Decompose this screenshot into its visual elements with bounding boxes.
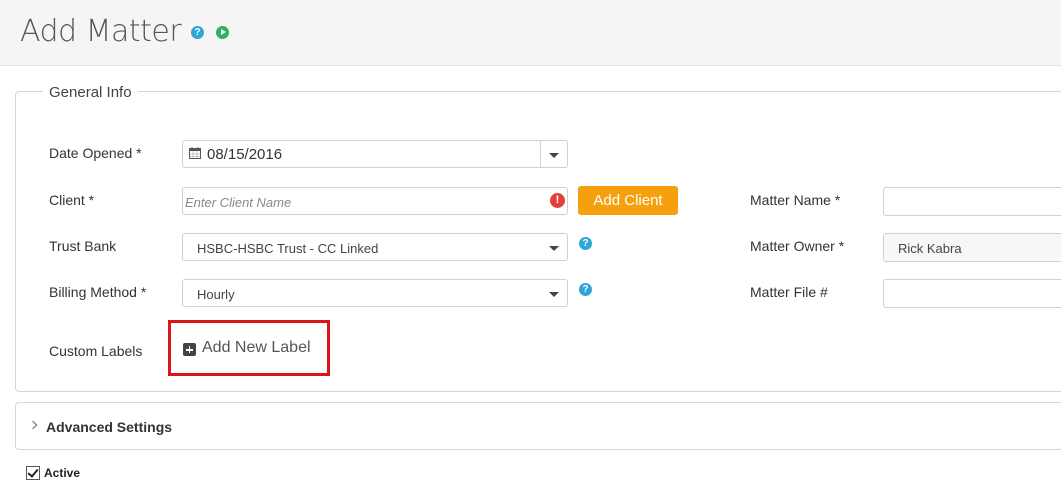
matter-owner-select[interactable]: Rick Kabra xyxy=(883,233,1061,262)
billing-method-value: Hourly xyxy=(197,287,235,302)
plus-square-icon[interactable] xyxy=(183,343,196,356)
general-info-legend: General Info xyxy=(43,84,138,101)
matter-file-label: Matter File # xyxy=(750,284,828,300)
date-opened-value: 08/15/2016 xyxy=(207,146,283,163)
active-checkbox[interactable] xyxy=(26,466,40,480)
help-icon[interactable]: ? xyxy=(579,237,592,250)
client-placeholder: Enter Client Name xyxy=(185,195,292,210)
advanced-settings-label: Advanced Settings xyxy=(46,419,173,435)
date-opened-label: Date Opened * xyxy=(49,145,142,161)
add-new-label-link[interactable]: Add New Label xyxy=(202,339,311,357)
client-label: Client * xyxy=(49,192,95,208)
billing-method-label: Billing Method * xyxy=(49,284,147,300)
chevron-down-icon xyxy=(549,292,559,297)
chevron-down-icon xyxy=(549,153,559,158)
matter-name-input[interactable] xyxy=(883,187,1061,216)
page-header: Add Matter ? xyxy=(0,0,1061,66)
chevron-down-icon xyxy=(549,246,559,251)
add-client-button[interactable]: Add Client xyxy=(578,186,678,215)
chevron-right-icon xyxy=(28,420,38,430)
custom-labels-label: Custom Labels xyxy=(49,343,143,359)
matter-file-input[interactable] xyxy=(883,279,1061,308)
matter-name-label: Matter Name * xyxy=(750,192,841,208)
help-icon[interactable]: ? xyxy=(579,283,592,296)
billing-method-select[interactable]: Hourly xyxy=(182,279,568,307)
trust-bank-value: HSBC-HSBC Trust - CC Linked xyxy=(197,241,379,256)
error-icon: ! xyxy=(550,193,565,208)
page-title: Add Matter xyxy=(20,14,182,49)
trust-bank-label: Trust Bank xyxy=(49,238,117,254)
advanced-settings-panel[interactable]: Advanced Settings xyxy=(15,402,1061,450)
calendar-icon xyxy=(189,147,201,159)
client-input[interactable]: Enter Client Name ! xyxy=(182,187,568,215)
matter-owner-label: Matter Owner * xyxy=(750,238,845,254)
date-dropdown-button[interactable] xyxy=(540,141,567,167)
active-label: Active xyxy=(44,466,81,480)
date-opened-field[interactable]: 08/15/2016 xyxy=(182,140,568,168)
matter-owner-value: Rick Kabra xyxy=(898,241,962,256)
add-new-label-highlight: Add New Label xyxy=(168,320,330,376)
trust-bank-select[interactable]: HSBC-HSBC Trust - CC Linked xyxy=(182,233,568,261)
help-icon[interactable]: ? xyxy=(191,26,204,39)
play-icon[interactable] xyxy=(216,26,229,39)
